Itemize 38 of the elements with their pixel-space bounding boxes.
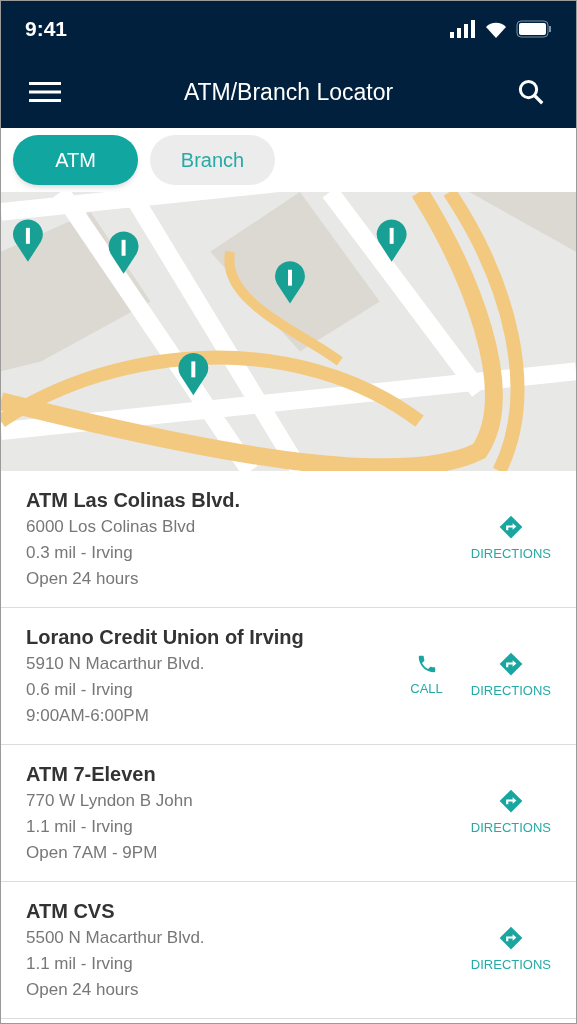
battery-icon (516, 19, 552, 38)
location-row[interactable]: ATM CVS 5500 N Macarthur Blvd. 1.1 mil - Irving Open 24 hours DIRECTIONS (1, 882, 576, 1019)
status-time: 9:41 (25, 15, 68, 42)
location-hours: Open 7AM - 9PM (26, 842, 159, 864)
screen-title: ATM/Branch Locator (183, 77, 394, 107)
location-address: 770 W Lyndon B John (26, 790, 194, 812)
location-row[interactable]: Lorano Credit Union of Irving 5910 N Macarthur Blvd. 0.6 mil - Irving 9:00AM-6:00PM CALL DIRECTIONS (1, 608, 576, 745)
location-address: 6000 Los Colinas Blvd (26, 516, 197, 538)
location-distance: 0.3 mil - Irving (26, 542, 134, 564)
location-row[interactable]: ATM Las Colinas Blvd. 6000 Los Colinas Blvd 0.3 mil - Irving Open 24 hours DIRECTIONS (1, 471, 576, 608)
location-name: ATM 7-Eleven (26, 762, 157, 787)
directions-icon (497, 788, 524, 815)
directions-button[interactable]: DIRECTIONS (470, 925, 551, 975)
directions-icon (497, 514, 524, 541)
directions-button[interactable]: DIRECTIONS (470, 788, 551, 838)
location-hours: Open 24 hours (26, 568, 140, 590)
call-button[interactable]: CALL (410, 653, 443, 699)
location-hours: Open 24 hours (26, 979, 140, 1001)
filter-tab[interactable]: ATM (13, 135, 138, 185)
location-name: ATM CVS (26, 899, 116, 924)
location-row[interactable]: ATM 7-Eleven 770 W Lyndon B John 1.1 mil - Irving Open 7AM - 9PM DIRECTIONS (1, 745, 576, 882)
location-name: ATM Las Colinas Blvd. (26, 488, 242, 513)
directions-icon (497, 651, 524, 678)
location-hours: 9:00AM-6:00PM (26, 705, 150, 727)
directions-button[interactable]: DIRECTIONS (470, 514, 551, 564)
directions-button[interactable]: DIRECTIONS (470, 651, 551, 701)
location-address: 5500 N Macarthur Blvd. (26, 927, 206, 949)
signal-icon (450, 19, 476, 38)
location-name: Lorano Credit Union of Irving (26, 625, 305, 650)
search-icon (516, 77, 546, 107)
location-distance: 1.1 mil - Irving (26, 953, 134, 975)
location-distance: 1.1 mil - Irving (26, 816, 134, 838)
location-distance: 0.6 mil - Irving (26, 679, 134, 701)
menu-icon (29, 81, 61, 103)
menu-button[interactable] (29, 79, 63, 105)
location-address: 5910 N Macarthur Blvd. (26, 653, 206, 675)
directions-icon (497, 925, 524, 952)
filter-tab[interactable]: Branch (150, 135, 275, 185)
